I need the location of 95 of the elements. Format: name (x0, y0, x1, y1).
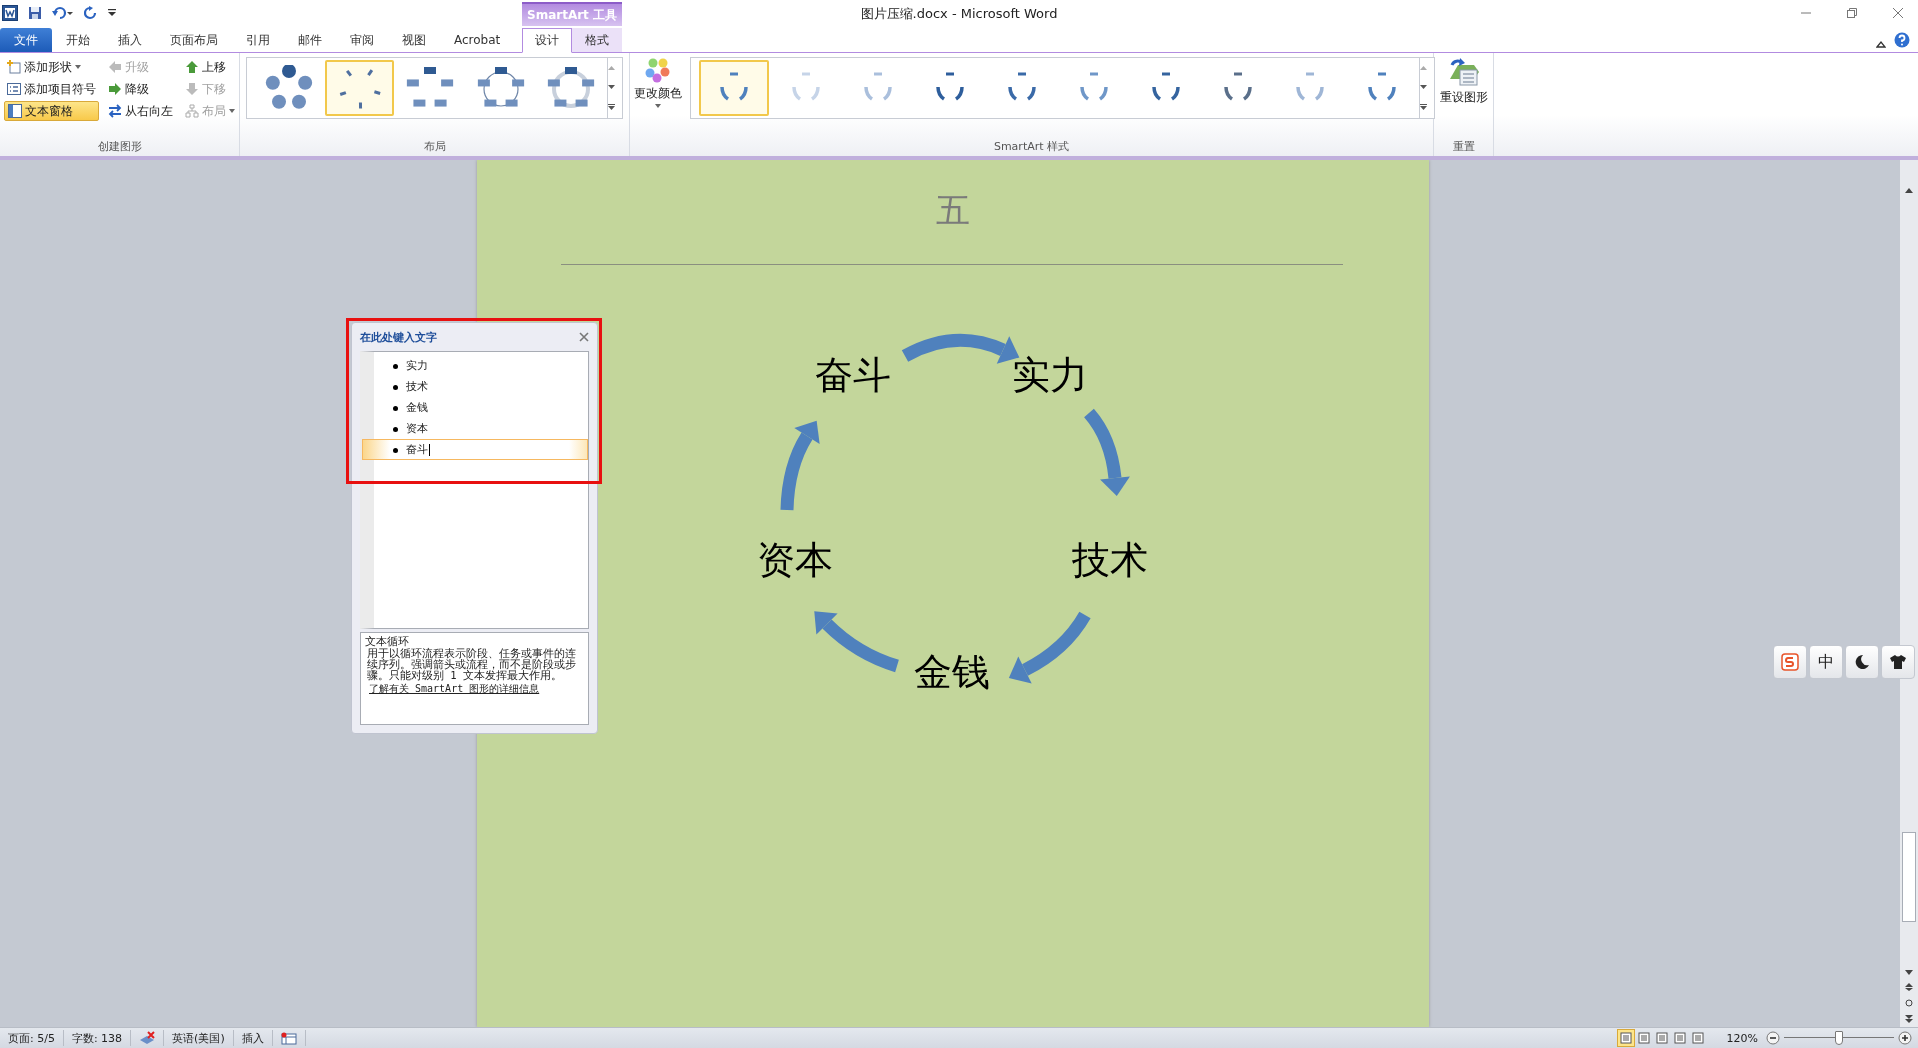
group-label: 布局 (422, 139, 447, 155)
close-icon[interactable] (1892, 7, 1904, 19)
undo-icon[interactable] (52, 6, 74, 20)
swap-arrows-icon (108, 104, 122, 118)
view-mode-button[interactable] (1616, 1029, 1635, 1047)
ime-moon-button[interactable] (1845, 645, 1879, 679)
details-link[interactable]: 了解有关 SmartArt 图形的详细信息 (369, 683, 540, 694)
ime-logo-button[interactable] (1773, 645, 1807, 679)
ribbon-button[interactable]: 降级 (105, 79, 176, 99)
view-icon (1637, 1032, 1650, 1044)
proofing-book-icon[interactable] (139, 1031, 156, 1045)
moon-icon (1854, 654, 1870, 670)
ribbon-tab[interactable]: 格式 (572, 28, 623, 52)
language-status[interactable]: 英语(美国) (164, 1030, 234, 1046)
ime-mode-button[interactable]: 中 (1809, 645, 1843, 679)
ribbon-tab[interactable]: 邮件 (284, 28, 336, 52)
left-arrow-icon (108, 60, 122, 74)
browse-object-icon[interactable] (1905, 999, 1913, 1007)
ime-skin-button[interactable] (1881, 645, 1915, 679)
bullet-entry[interactable]: 奋斗 (362, 439, 588, 460)
word-count[interactable]: 字数: 138 (63, 1030, 132, 1046)
cycle-node-label[interactable]: 资本 (757, 538, 833, 582)
zoom-in-icon[interactable] (1898, 1031, 1912, 1045)
shape-plus-icon (7, 60, 21, 74)
vertical-scrollbar[interactable] (1900, 160, 1918, 1027)
color-dots-icon (645, 57, 671, 83)
save-icon[interactable] (28, 6, 42, 20)
ribbon-tab[interactable]: 开始 (52, 28, 104, 52)
customize-caret-icon[interactable] (108, 8, 116, 18)
caret-icon (229, 109, 235, 113)
previous-page-icon[interactable] (1905, 983, 1913, 991)
down-arrow-icon (185, 82, 199, 96)
zoom-slider-thumb[interactable] (1835, 1031, 1843, 1045)
cycle-node-label[interactable]: 实力 (1012, 353, 1088, 397)
ribbon-button[interactable]: 文本窗格 (4, 101, 99, 121)
ribbon-tab[interactable]: Acrobat (440, 28, 515, 52)
bullet-entry[interactable]: 资本 (362, 418, 588, 439)
cycle-node-label[interactable]: 奋斗 (815, 353, 891, 397)
scroll-up-icon[interactable] (1905, 188, 1913, 193)
heading: 五 (936, 189, 970, 232)
ribbon-button[interactable]: 添加项目符号 (4, 79, 99, 99)
close-icon[interactable] (579, 332, 589, 342)
layout-thumbnail[interactable] (325, 60, 394, 116)
scroll-down-icon[interactable] (1905, 970, 1913, 975)
shirt-icon (1889, 654, 1907, 670)
up-arrow-icon (185, 60, 199, 74)
change-colors-button[interactable]: 更改颜色 (630, 53, 686, 108)
reset-graphic-button[interactable]: 重设图形 (1435, 53, 1492, 106)
bullet-list-icon (7, 82, 21, 96)
macro-record-icon[interactable] (280, 1031, 297, 1045)
view-icon (1691, 1032, 1704, 1044)
s-logo-icon (1781, 653, 1799, 671)
bullet-entry[interactable]: 技术 (362, 376, 588, 397)
cycle-node-label[interactable]: 技术 (1072, 538, 1148, 582)
ribbon-tab[interactable]: 插入 (104, 28, 156, 52)
group-label: SmartArt 样式 (992, 139, 1071, 155)
group-label: 创建图形 (96, 139, 143, 155)
ribbon-tab[interactable]: 审阅 (336, 28, 388, 52)
redo-icon[interactable] (84, 6, 98, 20)
pane-title: 在此处键入文字 (360, 329, 437, 345)
style-thumbnail[interactable] (699, 60, 769, 116)
bullet-entry[interactable]: 金钱 (362, 397, 588, 418)
zoom-level[interactable]: 120% (1726, 1031, 1758, 1045)
ribbon-tab[interactable]: 页面布局 (156, 28, 232, 52)
view-icon (1619, 1032, 1632, 1044)
ribbon-button[interactable]: 上移 (182, 57, 238, 77)
contextual-tab-header: SmartArt 工具 (522, 2, 622, 26)
group-label: 重置 (1452, 139, 1475, 155)
layout-description: 用于以循环流程表示阶段、任务或事件的连续序列。强调箭头或流程，而不是阶段或步骤。只能对级别 1 文本发挥最大作用。 (366, 648, 577, 681)
ribbon-tab[interactable]: 文件 (0, 28, 52, 52)
org-chart-icon (185, 104, 199, 118)
window-title: 图片压缩.docx - Microsoft Word (860, 5, 1058, 23)
caret-icon (655, 104, 661, 108)
bullet-entry[interactable]: 实力 (362, 355, 588, 376)
help-icon[interactable] (1894, 32, 1910, 48)
right-arrow-icon (108, 82, 122, 96)
view-icon (1655, 1032, 1668, 1044)
next-page-icon[interactable] (1905, 1015, 1913, 1023)
restore-icon[interactable] (1846, 7, 1858, 19)
layout-name: 文本循环 (365, 635, 410, 648)
insert-mode-status[interactable]: 插入 (233, 1030, 273, 1046)
zoom-out-icon[interactable] (1766, 1031, 1780, 1045)
ribbon-button[interactable]: 从右向左 (105, 101, 176, 121)
text-pane-icon (8, 104, 22, 118)
scrollbar-thumb[interactable] (1902, 832, 1916, 922)
cycle-node-label[interactable]: 金钱 (914, 650, 990, 694)
caret-icon (75, 65, 81, 69)
reset-graphic-icon (1447, 57, 1480, 87)
collapse-ribbon-icon[interactable] (1876, 40, 1886, 48)
ribbon-tab[interactable]: 设计 (522, 28, 573, 53)
ribbon-tab[interactable]: 引用 (232, 28, 284, 52)
view-icon (1673, 1032, 1686, 1044)
ribbon-button[interactable]: 添加形状 (4, 57, 99, 77)
page-count[interactable]: 页面: 5/5 (0, 1030, 64, 1046)
ribbon-tab[interactable]: 视图 (388, 28, 440, 52)
